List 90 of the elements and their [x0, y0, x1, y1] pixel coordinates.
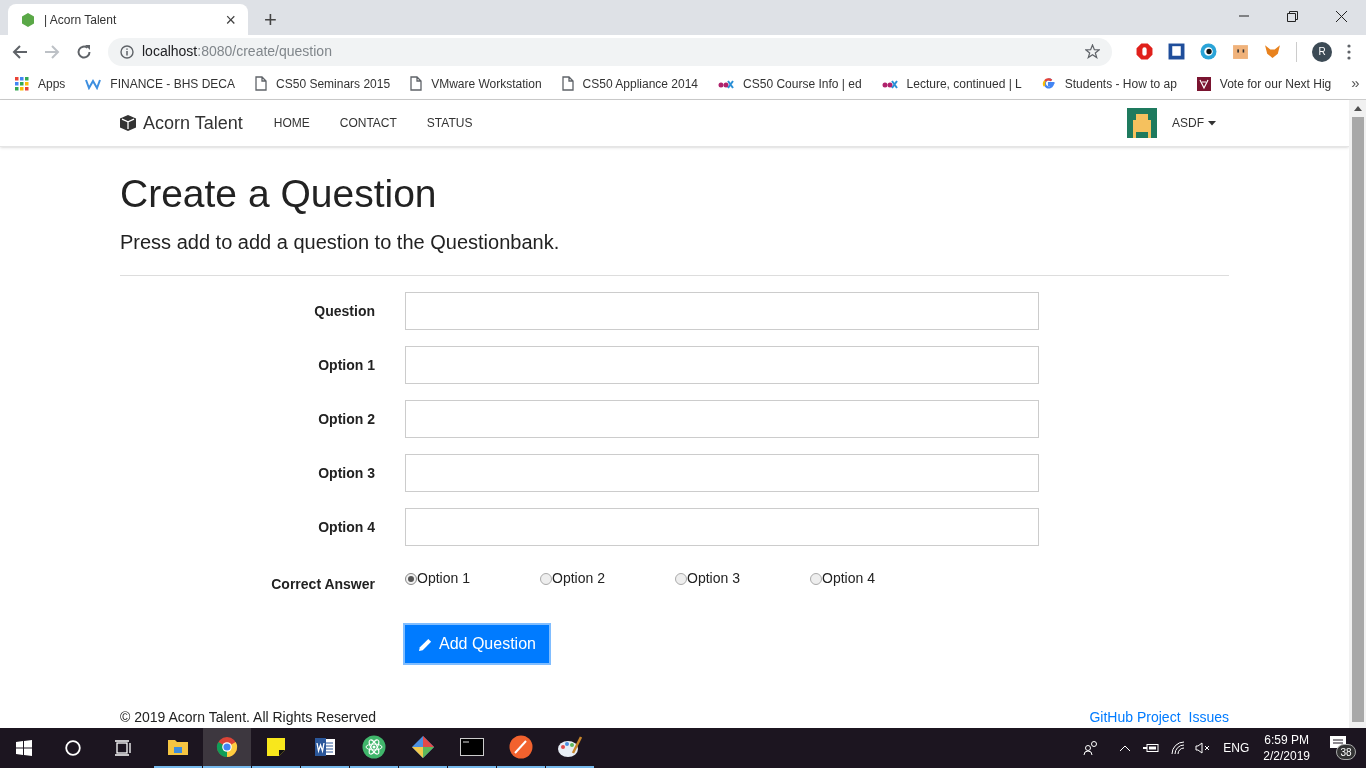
- new-tab-button[interactable]: +: [264, 9, 277, 31]
- edx-logo-icon: [881, 78, 898, 89]
- back-arrow-icon[interactable]: [12, 43, 28, 60]
- text-input[interactable]: [405, 454, 1039, 492]
- bookmark-item[interactable]: VMware Workstation: [410, 74, 542, 93]
- bookmark-item[interactable]: CS50 Course Info | ed: [718, 74, 862, 93]
- edx-logo-icon: [718, 78, 735, 89]
- more-bookmarks-button[interactable]: »: [1351, 72, 1360, 95]
- diamond-logo-icon: [410, 735, 435, 759]
- nav-link[interactable]: CONTACT: [339, 114, 397, 133]
- caret-icon: [1208, 120, 1216, 126]
- bookmark-item[interactable]: CS50 Appliance 2014: [561, 74, 699, 93]
- scroll-up-arrow-icon[interactable]: [1353, 106, 1362, 111]
- text-input[interactable]: [405, 400, 1039, 438]
- field-label: Option 2: [317, 409, 375, 429]
- task-view-icon[interactable]: [114, 740, 132, 756]
- palette-icon: [556, 735, 583, 759]
- word-doc-icon: [313, 737, 336, 757]
- page-subtitle: Press add to add a question to the Questionbank.: [120, 230, 561, 255]
- radio-option[interactable]: Option 3: [675, 568, 810, 589]
- bookmark-item[interactable]: FINANCE - BHS DECA: [85, 74, 236, 93]
- footer-link[interactable]: Issues: [1188, 707, 1229, 728]
- page-title: Create a Question: [120, 171, 438, 218]
- page-icon: [561, 76, 574, 91]
- field-label: Option 1: [317, 355, 375, 375]
- radio-option[interactable]: Option 4: [810, 568, 945, 589]
- nav-link[interactable]: STATUS: [426, 114, 473, 133]
- chevron-up-icon[interactable]: [1119, 744, 1132, 752]
- bookmark-item[interactable]: Vote for our Next Hig: [1196, 74, 1332, 93]
- page-icon: [255, 76, 268, 91]
- eye-icon[interactable]: [1200, 43, 1217, 60]
- clock[interactable]: 6:59 PM 2/2/2019: [1263, 732, 1310, 764]
- search-circle-icon[interactable]: [65, 740, 81, 756]
- battery-icon[interactable]: [1143, 743, 1160, 753]
- radio-option[interactable]: Option 2: [540, 568, 675, 589]
- people-icon[interactable]: [1083, 740, 1100, 756]
- user-menu[interactable]: ASDF: [1172, 114, 1216, 133]
- address-bar[interactable]: localhost:8080/create/question: [108, 37, 1112, 66]
- field-label: Question: [313, 301, 375, 321]
- notification-icon[interactable]: [1330, 736, 1346, 750]
- apps-grid-icon: [15, 76, 29, 91]
- tab-title: | Acorn Talent: [44, 11, 118, 29]
- w-logo-icon: [85, 77, 102, 90]
- copyright-text: © 2019 Acorn Talent. All Rights Reserved: [120, 708, 376, 727]
- url-text: localhost:8080/create/question: [142, 42, 333, 61]
- more-menu-icon[interactable]: [1347, 43, 1351, 60]
- g-logo-icon: [1041, 76, 1056, 91]
- text-input[interactable]: [405, 346, 1039, 384]
- page-icon: [410, 76, 423, 91]
- bookmark-item[interactable]: Apps: [15, 74, 66, 93]
- terminal-icon: [459, 738, 484, 756]
- pixel-avatar-icon: [1127, 108, 1157, 139]
- reload-icon[interactable]: [76, 43, 92, 60]
- folder-icon: [166, 738, 189, 756]
- crest-icon: [1196, 76, 1211, 91]
- speaker-muted-icon[interactable]: [1195, 742, 1212, 754]
- field-label: Option 3: [317, 463, 375, 483]
- fox-icon[interactable]: [1264, 43, 1281, 60]
- cube-icon: [119, 114, 137, 133]
- scrollbar[interactable]: [1349, 100, 1366, 728]
- close-icon[interactable]: [1336, 10, 1347, 22]
- language-indicator[interactable]: ENG: [1223, 739, 1250, 757]
- add-question-button[interactable]: Add Question: [403, 623, 551, 665]
- windows-start-icon[interactable]: [16, 740, 32, 756]
- tab-close-button[interactable]: ×: [225, 10, 236, 29]
- face-box-icon[interactable]: [1232, 43, 1249, 60]
- sticky-note-icon: [265, 737, 286, 757]
- star-icon[interactable]: [1085, 44, 1100, 59]
- bookmark-item[interactable]: Students - How to ap: [1041, 74, 1177, 93]
- text-input[interactable]: [405, 292, 1039, 330]
- radio-option[interactable]: Option 1: [405, 568, 540, 589]
- brand-link[interactable]: Acorn Talent: [143, 109, 243, 137]
- bookmark-item[interactable]: CS50 Seminars 2015: [255, 74, 391, 93]
- notification-count-badge: 38: [1336, 744, 1356, 760]
- chrome-logo-icon: [215, 736, 238, 758]
- bookmark-item[interactable]: Lecture, continued | L: [881, 74, 1022, 93]
- field-label: Correct Answer: [270, 575, 375, 594]
- wifi-icon[interactable]: [1171, 741, 1186, 755]
- field-label: Option 4: [317, 517, 375, 537]
- pencil-icon: [418, 636, 433, 652]
- footer-link[interactable]: GitHub Project: [1089, 707, 1181, 728]
- profile-avatar[interactable]: R: [1312, 41, 1332, 62]
- text-input[interactable]: [405, 508, 1039, 546]
- restore-icon[interactable]: [1287, 10, 1298, 22]
- hexagon-icon: [20, 11, 36, 28]
- taskbar-app[interactable]: [202, 728, 251, 768]
- browser-tab[interactable]: | Acorn Talent ×: [8, 4, 248, 35]
- atom-icon: [361, 735, 386, 759]
- info-icon: [120, 44, 134, 59]
- nav-link[interactable]: HOME: [273, 114, 310, 133]
